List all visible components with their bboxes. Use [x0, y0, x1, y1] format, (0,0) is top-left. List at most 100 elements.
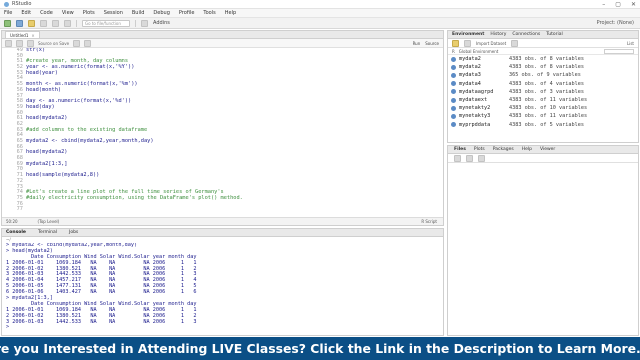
save-all-icon[interactable]	[52, 19, 59, 27]
variable-name: mydataext	[459, 96, 488, 103]
environment-row[interactable]: mydata4 4383 obs. of 4 variables	[448, 80, 638, 88]
new-project-icon[interactable]	[16, 19, 23, 27]
code-text[interactable]: head(year)	[26, 70, 58, 77]
project-menu[interactable]: Project: (None)	[597, 20, 634, 26]
tab-tutorial[interactable]: Tutorial	[546, 32, 563, 37]
source-button[interactable]: Source	[425, 41, 439, 46]
rstudio-logo-icon	[4, 1, 9, 7]
menu-help[interactable]: Help	[225, 10, 236, 16]
print-icon[interactable]	[64, 19, 71, 27]
tab-label: Untitled1	[10, 32, 29, 38]
tab-terminal[interactable]: Terminal	[38, 230, 57, 235]
code-area[interactable]: 49 str(x) 50 51 #create year, month, day col…	[2, 48, 443, 213]
code-text[interactable]: mydata2[1:3,]	[26, 161, 67, 168]
dataframe-icon[interactable]	[451, 97, 456, 103]
scope-indicator[interactable]: (Top Level)	[38, 219, 60, 224]
banner-text[interactable]: Are you Interested in Attending LIVE Cla…	[0, 341, 640, 356]
menu-edit[interactable]: Edit	[21, 10, 31, 16]
environment-row[interactable]: mydata2 4383 obs. of 8 variables	[448, 55, 638, 63]
dataframe-icon[interactable]	[451, 72, 456, 78]
code-text[interactable]: mydata2 <- cbind(mydata2,year,month,day)	[26, 138, 154, 145]
tab-untitled1[interactable]: Untitled1 ×	[5, 31, 40, 38]
dataframe-icon[interactable]	[451, 89, 456, 95]
tab-history[interactable]: History	[490, 32, 506, 37]
dataframe-icon[interactable]	[451, 64, 456, 70]
code-text[interactable]: head(mydata2)	[26, 150, 67, 156]
environment-row[interactable]: mydataext 4383 obs. of 11 variables	[448, 96, 638, 104]
new-file-icon[interactable]	[4, 19, 11, 27]
environment-search-input[interactable]	[604, 48, 634, 54]
goto-file-input[interactable]: Go to file/function	[82, 19, 130, 27]
grid-icon[interactable]	[141, 19, 148, 27]
load-workspace-icon[interactable]	[452, 39, 459, 47]
close-icon[interactable]: ✕	[631, 1, 636, 8]
main-toolbar: Go to file/function Addins	[0, 18, 640, 29]
variable-description: 4383 obs. of 4 variables	[509, 80, 584, 87]
tab-connections[interactable]: Connections	[512, 32, 540, 37]
maximize-icon[interactable]: ▢	[615, 1, 621, 8]
environment-row[interactable]: mydata2 4383 obs. of 8 variables	[448, 63, 638, 71]
import-dataset-button[interactable]: Import Dataset	[476, 41, 506, 46]
back-arrow-icon[interactable]	[5, 39, 12, 47]
tab-help[interactable]: Help	[522, 147, 532, 152]
back-arrow-icon[interactable]	[454, 154, 461, 162]
menu-build[interactable]: Build	[132, 10, 145, 16]
save-icon[interactable]	[40, 19, 47, 27]
code-text[interactable]: #daily electricity consumption, using th…	[26, 195, 243, 202]
menu-session[interactable]: Session	[104, 10, 123, 16]
variable-name: myprpddata	[459, 121, 491, 128]
close-tab-icon[interactable]: ×	[31, 33, 34, 38]
code-text[interactable]: head(mydata2)	[26, 116, 67, 122]
code-text[interactable]: head(day)	[26, 104, 55, 111]
tab-packages[interactable]: Packages	[493, 147, 514, 152]
promo-banner[interactable]: Are you Interested in Attending LIVE Cla…	[0, 337, 640, 360]
menu-profile[interactable]: Profile	[179, 10, 195, 16]
environment-row[interactable]: mynetakty3 4383 obs. of 11 variables	[448, 112, 638, 120]
code-text[interactable]: head(month)	[26, 87, 61, 94]
environment-row[interactable]: mydata3 365 obs. of 9 variables	[448, 71, 638, 79]
menu-tools[interactable]: Tools	[203, 10, 215, 16]
addins-menu[interactable]: Addins	[153, 20, 170, 26]
menu-plots[interactable]: Plots	[83, 10, 95, 16]
dataframe-icon[interactable]	[451, 81, 456, 87]
environment-row[interactable]: mynetakty2 4383 obs. of 10 variables	[448, 104, 638, 112]
broom-icon[interactable]	[511, 39, 519, 47]
dataframe-icon[interactable]	[451, 105, 456, 111]
forward-arrow-icon[interactable]	[466, 154, 473, 162]
refresh-icon[interactable]	[478, 154, 485, 162]
tab-jobs[interactable]: Jobs	[69, 230, 78, 235]
code-text[interactable]: str(x)	[26, 48, 45, 54]
file-type[interactable]: R Script	[421, 219, 443, 224]
save-workspace-icon[interactable]	[464, 39, 471, 47]
search-icon[interactable]	[73, 39, 81, 47]
list-view-menu[interactable]: List	[627, 41, 638, 46]
tab-console[interactable]: Console	[6, 230, 26, 235]
title-bar: RStudio – ▢ ✕	[0, 0, 640, 9]
tab-files[interactable]: Files	[454, 147, 466, 152]
code-text[interactable]: #add columns to the existing dataframe	[26, 127, 147, 134]
save-icon[interactable]	[27, 39, 34, 47]
forward-arrow-icon[interactable]	[16, 39, 23, 47]
dataframe-icon[interactable]	[451, 113, 456, 119]
dataframe-icon[interactable]	[451, 122, 456, 128]
environment-row[interactable]: myprpddata 4383 obs. of 5 variables	[448, 121, 638, 129]
run-button[interactable]: Run	[413, 41, 421, 46]
console-tabs: Console Terminal Jobs	[2, 229, 443, 237]
wand-icon[interactable]	[84, 39, 92, 47]
tab-viewer[interactable]: Viewer	[540, 147, 555, 152]
menu-code[interactable]: Code	[40, 10, 53, 16]
code-text[interactable]: head(sample(mydata2,8))	[26, 172, 99, 179]
source-on-save-checkbox[interactable]: Source on Save	[38, 41, 69, 46]
dataframe-icon[interactable]	[451, 56, 456, 62]
minimize-icon[interactable]: –	[602, 1, 605, 8]
scope-selector[interactable]: Global Environment	[459, 49, 499, 54]
open-file-icon[interactable]	[28, 19, 35, 27]
menu-debug[interactable]: Debug	[153, 10, 169, 16]
console-output[interactable]: > mydata2 <- cbind(mydata2,year,month,da…	[2, 243, 443, 335]
environment-row[interactable]: mydataagrpd 4383 obs. of 3 variables	[448, 88, 638, 96]
menu-file[interactable]: File	[4, 10, 12, 16]
tab-plots[interactable]: Plots	[474, 147, 485, 152]
code-line[interactable]: 77	[2, 207, 443, 213]
tab-environment[interactable]: Environment	[452, 32, 484, 37]
menu-view[interactable]: View	[62, 10, 74, 16]
